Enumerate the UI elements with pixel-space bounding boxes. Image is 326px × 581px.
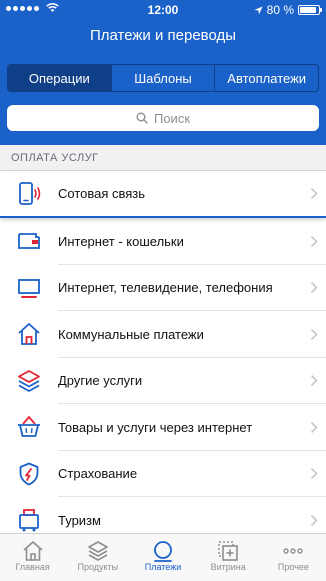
list-item-label: Сотовая связь (58, 186, 146, 201)
list-item-insurance[interactable]: Страхование (0, 450, 326, 497)
tab-bar: Главная Продукты Платежи Витрина Прочее (0, 533, 326, 581)
wallet-icon (18, 233, 40, 250)
list-item-label: Товары и услуги через интернет (58, 419, 253, 435)
tab-more[interactable]: Прочее (261, 534, 326, 581)
chevron-right-icon (310, 375, 318, 387)
chevron-right-icon (310, 235, 318, 247)
phone-icon (19, 181, 41, 205)
more-icon (283, 548, 304, 554)
location-arrow-icon (254, 5, 263, 15)
list-item-label: Интернет, телевидение, телефония (58, 280, 273, 296)
chevron-right-icon (310, 282, 318, 294)
list-item-online-goods[interactable]: Товары и услуги через интернет (0, 404, 326, 451)
list-item-internet-tv[interactable]: Интернет, телевидение, телефония (0, 264, 326, 311)
chevron-right-icon (310, 514, 318, 526)
status-bar: 12:00 80 % (0, 0, 326, 20)
list-item-label: Коммунальные платежи (58, 326, 204, 342)
tab-label: Продукты (77, 562, 119, 572)
chevron-right-icon (310, 328, 318, 340)
chevron-right-icon (310, 187, 318, 200)
house-icon (18, 323, 40, 346)
services-list: Сотовая связь Интернет - кошельки Интерн… (0, 171, 326, 544)
section-header: ОПЛАТА УСЛУГ (0, 145, 326, 171)
tab-operations[interactable]: Операции (8, 65, 112, 91)
search-input[interactable]: Поиск (7, 105, 319, 131)
list-item-wallets[interactable]: Интернет - кошельки (0, 218, 326, 265)
tab-label: Главная (15, 562, 50, 572)
tab-label: Платежи (144, 562, 182, 572)
list-item-mobile[interactable]: Сотовая связь (0, 171, 326, 218)
chevron-right-icon (310, 468, 318, 480)
circle-icon (154, 541, 172, 562)
list-item-label: Другие услуги (58, 373, 143, 389)
basket-icon (18, 416, 40, 438)
layers-icon (18, 369, 40, 392)
list-item-other-services[interactable]: Другие услуги (0, 357, 326, 404)
home-icon (23, 541, 43, 561)
shield-icon (19, 462, 39, 486)
search-placeholder: Поиск (153, 110, 191, 126)
chevron-right-icon (310, 421, 318, 433)
header: 12:00 80 % Платежи и переводы Операции Ш… (0, 0, 326, 145)
tab-showcase[interactable]: Витрина (196, 534, 261, 581)
list-item-label: Страхование (58, 466, 138, 482)
list-item-label: Туризм (58, 512, 101, 528)
tab-label: Прочее (277, 562, 309, 572)
tab-templates[interactable]: Шаблоны (112, 65, 216, 91)
tab-products[interactable]: Продукты (65, 534, 130, 581)
tab-home[interactable]: Главная (0, 534, 65, 581)
page-title: Платежи и переводы (89, 27, 237, 44)
suitcase-icon (19, 509, 39, 532)
battery-percent: 80 % (266, 3, 294, 17)
tab-autopayments[interactable]: Автоплатежи (215, 65, 318, 91)
stack-icon (87, 541, 108, 561)
search-icon (136, 112, 148, 124)
tab-payments[interactable]: Платежи (130, 534, 195, 581)
tab-label: Витрина (210, 562, 246, 572)
list-item-label: Интернет - кошельки (58, 233, 184, 249)
battery-icon (298, 5, 322, 15)
showcase-icon (218, 541, 239, 561)
list-item-utilities[interactable]: Коммунальные платежи (0, 311, 326, 358)
monitor-icon (18, 278, 40, 298)
segmented-control: Операции Шаблоны Автоплатежи (7, 64, 319, 92)
